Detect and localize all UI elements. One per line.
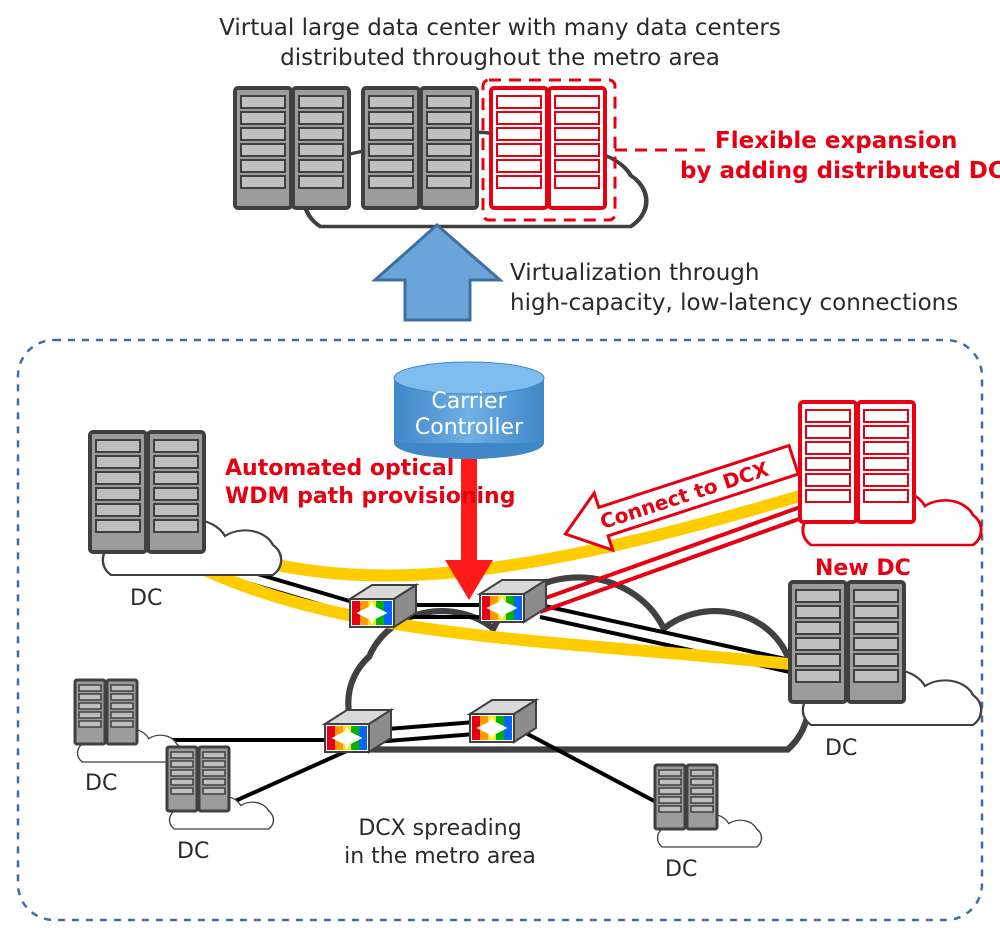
dc-small-3: DC [655,765,761,882]
dcx-caption-line2: in the metro area [344,844,536,869]
newdc-label: New DC [815,556,911,581]
dcx-caption-line1: DCX spreading [358,816,521,841]
flexible-expansion-line1: Flexible expansion [715,128,957,154]
up-arrow-icon [375,225,500,320]
virtualization-line1: Virtualization through [510,260,759,286]
dc-label: DC [85,771,117,796]
carrier-controller: Carrier Controller [394,362,544,459]
dc-label: DC [130,586,162,611]
connect-to-dcx-arrow: Connect to DCX [556,431,803,562]
new-dc: New DC [800,402,981,581]
diagram-title-line2: distributed throughout the metro area [280,45,720,71]
automated-optical-line2: WDM path provisioning [225,484,515,509]
dc-label: DC [825,736,857,761]
virtual-dc-group [235,80,705,227]
diagram-root: Virtual large data center with many data… [0,0,1000,934]
automated-optical-line1: Automated optical [225,456,454,481]
virtualization-line2: high-capacity, low-latency connections [510,290,958,316]
dc-small-2: DC [167,747,273,864]
controller-label-line2: Controller [415,415,524,440]
dc-label: DC [665,857,697,882]
dc-right: DC [790,582,981,761]
dc-label: DC [177,839,209,864]
controller-label-line1: Carrier [431,389,507,414]
diagram-title-line1: Virtual large data center with many data… [219,15,781,41]
flexible-expansion-line2: by adding distributed DCs [680,158,1000,184]
